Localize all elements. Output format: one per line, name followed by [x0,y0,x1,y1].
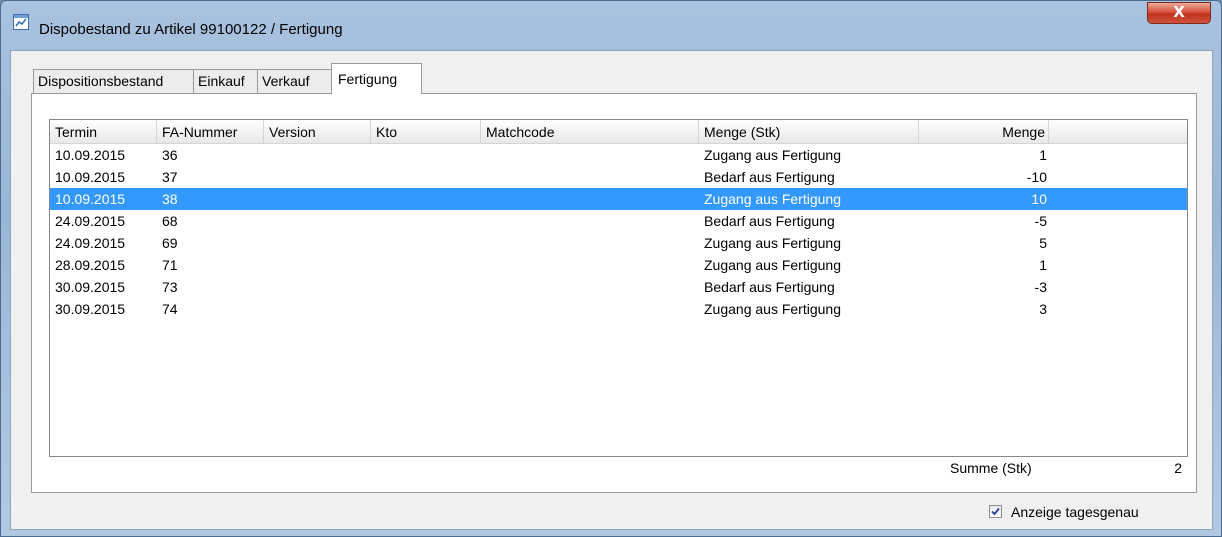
cell-menge: -5 [1034,213,1047,229]
tab-fertigung[interactable]: Fertigung [331,63,422,94]
cell-version [269,210,369,232]
cell-matchcode [486,232,696,254]
cell-matchcode [486,210,696,232]
cell-matchcode [486,254,696,276]
checkmark-icon [991,507,1000,516]
table-row[interactable]: 10.09.2015 36 Zugang aus Fertigung 1 [50,144,1187,166]
table-row[interactable]: 24.09.2015 69 Zugang aus Fertigung 5 [50,232,1187,254]
table-row[interactable]: 30.09.2015 73 Bedarf aus Fertigung -3 [50,276,1187,298]
cell-menge-stk: Bedarf aus Fertigung [704,279,835,295]
cell-termin: 30.09.2015 [55,301,126,317]
close-button[interactable]: X [1147,2,1211,24]
dialog-window: Dispobestand zu Artikel 99100122 / Ferti… [0,0,1222,537]
column-header-menge-stk[interactable]: Menge (Stk) [699,120,919,143]
cell-kto [376,254,476,276]
column-header-fa-nummer[interactable]: FA-Nummer [157,120,264,143]
cell-termin: 10.09.2015 [55,147,126,163]
table-row[interactable]: 30.09.2015 74 Zugang aus Fertigung 3 [50,298,1187,320]
cell-menge: -10 [1026,169,1047,185]
cell-kto [376,210,476,232]
cell-menge: 1 [1039,147,1047,163]
cell-matchcode [486,276,696,298]
title-bar[interactable]: Dispobestand zu Artikel 99100122 / Ferti… [1,1,1221,41]
cell-matchcode [486,188,696,210]
cell-menge-stk: Zugang aus Fertigung [704,301,841,317]
column-header-menge[interactable]: Menge [919,120,1049,143]
cell-fa-nummer: 73 [162,279,178,295]
cell-termin: 24.09.2015 [55,235,126,251]
cell-menge: 10 [1031,191,1047,207]
cell-fa-nummer: 68 [162,213,178,229]
cell-version [269,276,369,298]
tab-verkauf[interactable]: Verkauf [257,69,332,93]
daily-accuracy-checkbox[interactable] [989,505,1002,518]
cell-fa-nummer: 69 [162,235,178,251]
grid-header: Termin FA-Nummer Version Kto Matchcode M… [50,120,1187,144]
cell-kto [376,276,476,298]
cell-menge-stk: Zugang aus Fertigung [704,235,841,251]
window-title: Dispobestand zu Artikel 99100122 / Ferti… [39,21,343,38]
cell-kto [376,188,476,210]
cell-kto [376,144,476,166]
cell-version [269,232,369,254]
cell-matchcode [486,144,696,166]
column-header-matchcode[interactable]: Matchcode [481,120,699,143]
cell-menge-stk: Zugang aus Fertigung [704,257,841,273]
cell-fa-nummer: 71 [162,257,178,273]
cell-termin: 30.09.2015 [55,279,126,295]
column-header-filler [1049,120,1187,143]
column-header-kto[interactable]: Kto [371,120,481,143]
cell-fa-nummer: 36 [162,147,178,163]
cell-kto [376,166,476,188]
data-grid[interactable]: Termin FA-Nummer Version Kto Matchcode M… [49,119,1188,457]
cell-menge-stk: Zugang aus Fertigung [704,147,841,163]
cell-termin: 10.09.2015 [55,191,126,207]
cell-termin: 10.09.2015 [55,169,126,185]
cell-fa-nummer: 74 [162,301,178,317]
cell-matchcode [486,298,696,320]
cell-matchcode [486,166,696,188]
cell-version [269,144,369,166]
cell-version [269,254,369,276]
cell-menge: -3 [1034,279,1047,295]
cell-menge-stk: Bedarf aus Fertigung [704,169,835,185]
cell-kto [376,298,476,320]
cell-version [269,298,369,320]
client-area: Dispositionsbestand Einkauf Verkauf Fert… [10,50,1213,530]
table-row[interactable]: 28.09.2015 71 Zugang aus Fertigung 1 [50,254,1187,276]
cell-termin: 28.09.2015 [55,257,126,273]
cell-version [269,166,369,188]
tab-dispositionsbestand[interactable]: Dispositionsbestand [33,69,194,93]
cell-termin: 24.09.2015 [55,213,126,229]
daily-accuracy-label: Anzeige tagesgenau [1011,504,1139,520]
cell-fa-nummer: 37 [162,169,178,185]
table-row[interactable]: 10.09.2015 38 Zugang aus Fertigung 10 [50,188,1187,210]
cell-fa-nummer: 38 [162,191,178,207]
cell-menge: 3 [1039,301,1047,317]
cell-menge-stk: Bedarf aus Fertigung [704,213,835,229]
table-row[interactable]: 24.09.2015 68 Bedarf aus Fertigung -5 [50,210,1187,232]
column-header-termin[interactable]: Termin [50,120,157,143]
cell-kto [376,232,476,254]
tab-einkauf[interactable]: Einkauf [193,69,258,93]
sum-label: Summe (Stk) [950,460,1032,476]
table-row[interactable]: 10.09.2015 37 Bedarf aus Fertigung -10 [50,166,1187,188]
cell-menge: 1 [1039,257,1047,273]
cell-menge-stk: Zugang aus Fertigung [704,191,841,207]
chart-window-icon [13,14,29,30]
column-header-version[interactable]: Version [264,120,371,143]
sum-value: 2 [1174,460,1182,476]
tab-page-fertigung: Termin FA-Nummer Version Kto Matchcode M… [31,93,1197,493]
cell-menge: 5 [1039,235,1047,251]
cell-version [269,188,369,210]
